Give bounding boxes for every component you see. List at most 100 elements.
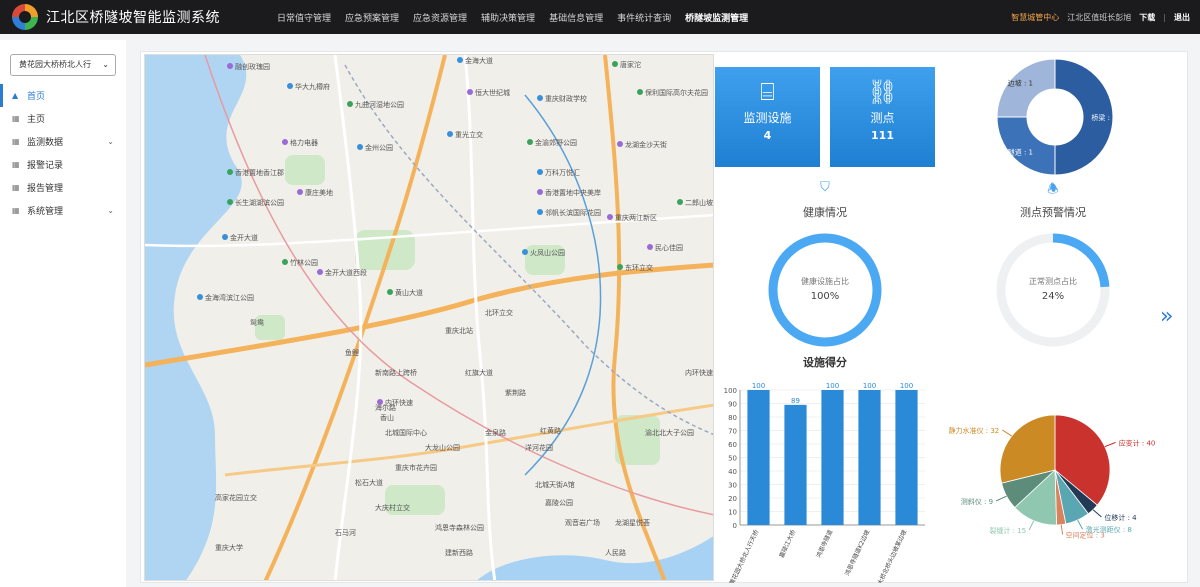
sidebar-item-alarm-records[interactable]: ▦ 报警记录 <box>0 153 126 176</box>
map-poi-marker[interactable] <box>537 95 543 101</box>
map-poi-marker[interactable] <box>607 214 613 220</box>
map-poi-marker[interactable] <box>227 63 233 69</box>
donut-segment[interactable] <box>996 58 1056 118</box>
map-label: 高家花园立交 <box>215 493 257 502</box>
map-poi-marker[interactable] <box>677 199 683 205</box>
donut-label: 边坡 : 1 <box>1008 78 1033 87</box>
map-poi-marker[interactable] <box>457 57 463 63</box>
next-page-icon[interactable]: » <box>1160 304 1173 329</box>
map-label: 黄山大道 <box>395 288 423 297</box>
map-poi-marker[interactable] <box>537 169 543 175</box>
map-label: 融创玫瑰园 <box>235 62 270 71</box>
pie-label: 静力水准仪 : 32 <box>949 426 1000 435</box>
y-tick-label: 0 <box>733 522 737 530</box>
map-label: 北城国际中心 <box>385 428 427 437</box>
chevron-down-icon: ⌄ <box>102 60 109 69</box>
map-label: 建新西路 <box>445 548 473 557</box>
facility-select[interactable]: 黄花园大桥桥北人行 ⌄ <box>10 54 116 76</box>
warning-ring: 正常测点占比 24% <box>996 233 1110 347</box>
map-label: 邻帆长滨国际花园 <box>545 208 601 217</box>
sidebar: 黄花园大桥桥北人行 ⌄ ▲ 首页 ▦ 主页 ▦ 监测数据 ⌄ ▦ 报警记录 ▦ … <box>0 40 126 587</box>
map-label: 保利国际高尔夫花园 <box>645 88 708 97</box>
map-label: 金开大道西段 <box>325 268 367 277</box>
sidebar-item-main[interactable]: ▦ 主页 <box>0 107 126 130</box>
sidebar-item-monitoring-data[interactable]: ▦ 监测数据 ⌄ <box>0 130 126 153</box>
map-poi-marker[interactable] <box>222 234 228 240</box>
bar[interactable] <box>784 404 807 525</box>
logout-link[interactable]: 退出 <box>1174 12 1190 23</box>
nav-item-decision-support[interactable]: 辅助决策管理 <box>481 11 535 24</box>
map-label: 金泉路 <box>485 428 506 437</box>
smart-center-link[interactable]: 智慧城管中心 <box>1011 12 1059 23</box>
grid-icon: ▦ <box>12 206 20 215</box>
tile-label: 测点 <box>870 111 895 125</box>
map-label: 石马河 <box>335 529 356 537</box>
map-label: 重庆大学 <box>215 543 243 552</box>
map-poi-marker[interactable] <box>282 139 288 145</box>
y-tick-label: 10 <box>728 509 737 517</box>
nav-item-event-stats[interactable]: 事件统计查询 <box>617 11 671 24</box>
map-river <box>477 536 713 580</box>
health-ring: 健康设施占比 100% <box>768 233 882 347</box>
app-logo-icon <box>12 4 38 30</box>
nav-item-basic-info[interactable]: 基础信息管理 <box>549 11 603 24</box>
tile-value: 111 <box>871 129 894 142</box>
map-poi-marker[interactable] <box>617 264 623 270</box>
bar[interactable] <box>895 390 918 525</box>
grid-icon: ▦ <box>12 137 20 146</box>
map-poi-marker[interactable] <box>447 131 453 137</box>
map-poi-marker[interactable] <box>537 209 543 215</box>
map-label: 金海大道 <box>465 56 493 65</box>
map-label: 北城天街A馆 <box>535 480 575 489</box>
map-poi-marker[interactable] <box>197 294 203 300</box>
map-label: 格力电器 <box>290 138 318 147</box>
nav-item-emergency-resources[interactable]: 应急资源管理 <box>413 11 467 24</box>
y-tick-label: 100 <box>724 387 737 395</box>
bar[interactable] <box>858 390 881 525</box>
divider: | <box>1163 12 1166 22</box>
map-poi-marker[interactable] <box>522 249 528 255</box>
map-poi-marker[interactable] <box>637 89 643 95</box>
map-poi-marker[interactable] <box>297 189 303 195</box>
sidebar-item-system[interactable]: ▦ 系统管理 ⌄ <box>0 199 126 222</box>
map-poi-marker[interactable] <box>612 61 618 67</box>
pie-label: 位移计 : 4 <box>1104 513 1137 522</box>
bar[interactable] <box>821 390 844 525</box>
map-poi-marker[interactable] <box>467 89 473 95</box>
map-poi-marker[interactable] <box>527 139 533 145</box>
map-poi-marker[interactable] <box>537 189 543 195</box>
map-label: 新南路上跨桥 <box>375 368 417 377</box>
y-tick-label: 50 <box>728 455 737 463</box>
map-label: 重庆两江新区 <box>615 213 657 222</box>
map-canvas[interactable]: 金海大道 唐家沱 融创玫瑰园华大九樽府九曲河湿地公园 恒大世纪城重庆财政学校 保利国际高… <box>145 55 714 581</box>
map-poi-marker[interactable] <box>617 141 623 147</box>
donut-segment[interactable] <box>996 116 1056 176</box>
map-label: 北环立交 <box>485 308 513 317</box>
bar[interactable] <box>747 390 770 525</box>
facility-count-tile[interactable]: ⌸ 监测设施 4 <box>715 67 820 167</box>
map-label: 康庄美地 <box>305 188 333 197</box>
map-label: 香港置地香江郡 <box>235 168 284 177</box>
map-poi-marker[interactable] <box>357 144 363 150</box>
sidebar-item-reports[interactable]: ▦ 报告管理 <box>0 176 126 199</box>
point-count-tile[interactable]: ⛓ 测点 111 <box>830 67 935 167</box>
y-tick-label: 90 <box>728 401 737 409</box>
sidebar-item-home[interactable]: ▲ 首页 <box>0 84 126 107</box>
nav-item-emergency-plan[interactable]: 应急预案管理 <box>345 11 399 24</box>
map-poi-marker[interactable] <box>227 199 233 205</box>
map-poi-marker[interactable] <box>282 259 288 265</box>
map-poi-marker[interactable] <box>387 289 393 295</box>
nav-item-daily-duty[interactable]: 日常值守管理 <box>277 11 331 24</box>
app-title: 江北区桥隧坡智能监测系统 <box>46 10 220 26</box>
map-poi-marker[interactable] <box>317 269 323 275</box>
map-poi-marker[interactable] <box>347 101 353 107</box>
map-poi-marker[interactable] <box>647 244 653 250</box>
city-map[interactable]: 金海大道 唐家沱 融创玫瑰园 华大九樽府 九曲河湿地公园 恒大世纪城 重庆财政学校 保利国际高… <box>144 54 714 581</box>
map-poi-marker[interactable] <box>227 169 233 175</box>
map-poi-marker[interactable] <box>287 83 293 89</box>
map-label: 渝北北大子公园 <box>645 428 694 437</box>
map-poi-marker[interactable] <box>377 399 383 405</box>
download-link[interactable]: 下载 <box>1139 12 1155 23</box>
ring-label: 健康设施占比 <box>801 276 849 286</box>
nav-item-monitoring[interactable]: 桥隧坡监测管理 <box>685 11 748 24</box>
